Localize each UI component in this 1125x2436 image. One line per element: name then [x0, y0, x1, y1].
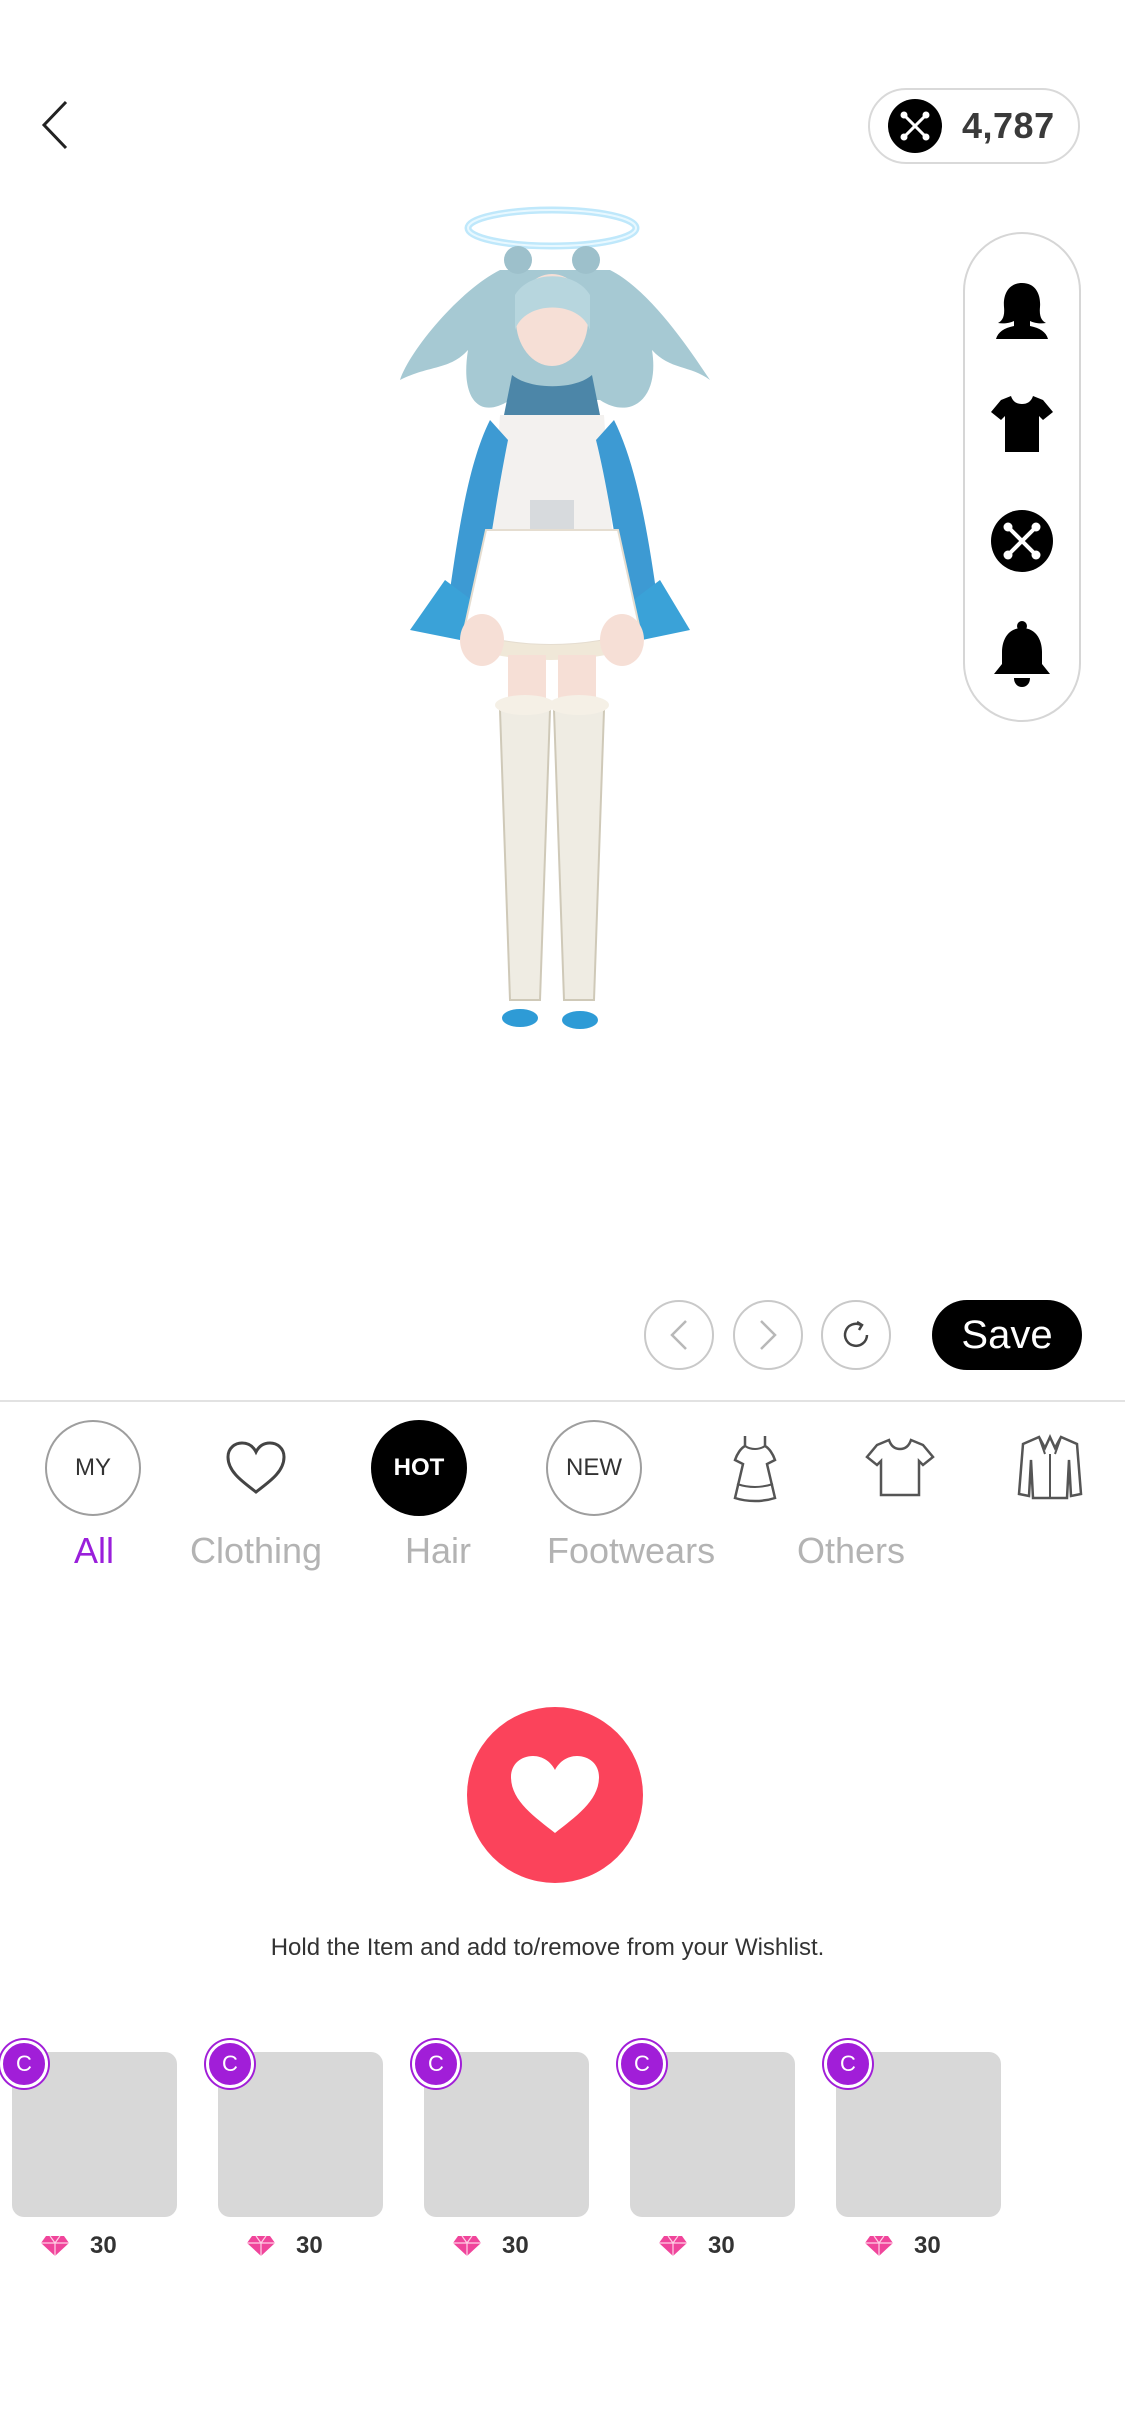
coin-balance[interactable]: 4,787: [868, 88, 1080, 164]
coin-x-icon: [991, 510, 1053, 572]
item-card[interactable]: C 30: [618, 2040, 795, 2270]
currency-badge: C: [206, 2040, 254, 2088]
refresh-icon: [843, 1320, 869, 1348]
currency-badge: C: [0, 2040, 48, 2088]
chevron-left-icon: [41, 100, 68, 150]
coin-amount: 4,787: [962, 105, 1055, 146]
currency-badge: C: [618, 2040, 666, 2088]
dress-icon: [733, 1436, 777, 1503]
divider: [0, 1400, 1125, 1402]
tab-footwears[interactable]: Footwears: [547, 1530, 715, 1572]
head-silhouette-icon: [996, 283, 1048, 339]
item-price: 30: [864, 2232, 941, 2260]
save-button[interactable]: Save: [932, 1300, 1082, 1370]
tool-panel: [963, 232, 1081, 722]
reset-button[interactable]: [821, 1300, 891, 1370]
wishlist-hint: Hold the Item and add to/remove from you…: [270, 1934, 825, 1961]
gem-icon: [247, 2235, 275, 2256]
chevron-left-icon: [670, 1320, 687, 1350]
filter-jacket[interactable]: [1002, 1420, 1098, 1516]
item-card[interactable]: C 30: [412, 2040, 589, 2270]
item-price: 30: [452, 2232, 529, 2260]
currency-tool-button[interactable]: [965, 496, 1079, 586]
item-card[interactable]: C 30: [824, 2040, 1001, 2270]
wishlist-heart: [467, 1707, 643, 1883]
item-price: 30: [658, 2232, 735, 2260]
tab-clothing[interactable]: Clothing: [190, 1530, 322, 1572]
avatar-character: [400, 206, 710, 1029]
tab-others[interactable]: Others: [797, 1530, 905, 1572]
tshirt-outline-icon: [865, 1438, 935, 1497]
clothing-tool-button[interactable]: [965, 379, 1079, 469]
tshirt-icon: [991, 396, 1053, 452]
currency-badge: C: [824, 2040, 872, 2088]
item-price: 30: [246, 2232, 323, 2260]
heart-icon: [511, 1756, 599, 1833]
gem-icon: [865, 2235, 893, 2256]
filter-wishlist[interactable]: [208, 1420, 304, 1516]
filter-new[interactable]: NEW: [546, 1420, 642, 1516]
gem-icon: [659, 2235, 687, 2256]
filter-hot[interactable]: HOT: [371, 1420, 467, 1516]
item-card[interactable]: C 30: [0, 2040, 177, 2270]
bell-icon: [994, 621, 1050, 687]
gem-icon: [453, 2235, 481, 2256]
undo-button[interactable]: [644, 1300, 714, 1370]
tab-all[interactable]: All: [74, 1530, 114, 1572]
gem-icon: [41, 2235, 69, 2256]
back-button[interactable]: [30, 95, 80, 155]
redo-button[interactable]: [733, 1300, 803, 1370]
hair-tool-button[interactable]: [965, 264, 1079, 354]
coin-x-icon: [888, 99, 942, 153]
heart-outline-icon: [226, 1441, 286, 1494]
notification-tool-button[interactable]: [965, 609, 1079, 699]
item-price: 30: [40, 2232, 117, 2260]
item-card[interactable]: C 30: [206, 2040, 383, 2270]
filter-tshirt[interactable]: [852, 1420, 948, 1516]
filter-my[interactable]: MY: [45, 1420, 141, 1516]
jacket-icon: [1017, 1434, 1083, 1500]
currency-badge: C: [412, 2040, 460, 2088]
filter-dress[interactable]: [707, 1420, 803, 1516]
tab-hair[interactable]: Hair: [405, 1530, 471, 1572]
chevron-right-icon: [760, 1320, 777, 1350]
